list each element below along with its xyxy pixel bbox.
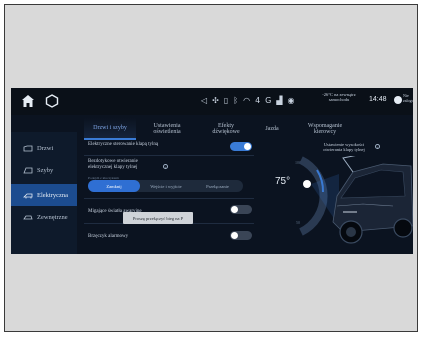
tailgate-angle: 75° [275, 176, 291, 187]
car-illustration-icon [332, 156, 413, 244]
toggle-knob [244, 143, 251, 150]
wifi-icon: ◠ [243, 96, 256, 105]
tab-lighting-settings[interactable]: Ustawienia oświetlenia [142, 118, 192, 140]
camera-icon: ◁ [201, 96, 213, 105]
electric-tailgate-toggle[interactable] [230, 142, 252, 151]
outside-temperature: -26°C na zewnątrz samochodu [322, 92, 356, 102]
sidebar-item-label: Zewnętrzne [37, 213, 68, 221]
sidebar-item-doors[interactable]: Drzwi [11, 137, 77, 159]
phone-icon: ▯ [223, 96, 234, 105]
hexagon-icon[interactable] [45, 94, 59, 108]
home-icon[interactable] [21, 94, 35, 108]
window-icon [23, 167, 33, 173]
top-status-bar: ◁✣▯ᛒ◠4G▟◉ -26°C na zewnątrz samochodu 14… [11, 88, 413, 115]
fan-icon: ✣ [212, 96, 224, 105]
tab-sound-effects[interactable]: Efekty dźwiękowe [206, 118, 246, 140]
tailgate-icon [23, 193, 33, 198]
sidebar-item-label: Drzwi [37, 144, 54, 152]
shift-to-park-tooltip: Proszę przełączyć bieg na P [123, 212, 193, 224]
setting-row-key-sound: Brzęczyk alarmowy [84, 224, 254, 246]
key-sound-toggle[interactable] [230, 231, 252, 240]
settings-sidebar: Drzwi Szyby Elektryczna Zewnętrzne [11, 132, 77, 254]
sidebar-item-electric[interactable]: Elektryczna [11, 184, 77, 206]
car-infotainment-screen: ◁✣▯ᛒ◠4G▟◉ -26°C na zewnątrz samochodu 14… [11, 88, 413, 254]
sidebar-item-windows[interactable]: Szyby [11, 159, 77, 181]
sidebar-item-label: Elektryczna [37, 191, 69, 199]
toggle-knob [231, 206, 238, 213]
setting-row-contactless-opening: Bezdotykowe otwieranie elektrycznej klap… [84, 156, 254, 199]
mirror-icon [23, 215, 33, 219]
tab-driver-assistance[interactable]: Wspomaganie kierowcy [296, 118, 354, 140]
mode-option-switching[interactable]: Przełączanie [192, 180, 243, 192]
info-icon[interactable]: i [163, 164, 168, 170]
settings-content: Elektryczne sterowanie klapą tylną Bezdo… [84, 139, 254, 254]
sidebar-item-exterior[interactable]: Zewnętrzne [11, 206, 77, 228]
height-slider-handle[interactable] [303, 180, 311, 188]
network-label: 4G [255, 96, 277, 105]
electric-tailgate-label: Elektryczne sterowanie klapą tylną [88, 142, 159, 147]
user-avatar-icon[interactable] [394, 96, 402, 104]
contactless-opening-label: Bezdotykowe otwieranie elektrycznej klap… [88, 159, 138, 170]
clock: 14:48 [369, 96, 387, 103]
tailgate-height-label: Ustawienie wysokości otwierania klapy ty… [323, 142, 365, 152]
status-icons: ◁✣▯ᛒ◠4G▟◉ [201, 96, 300, 105]
setting-row-electric-tailgate: Elektryczne sterowanie klapą tylną [84, 139, 254, 156]
key-sound-label: Brzęczyk alarmowy [88, 234, 129, 239]
door-icon [23, 145, 33, 151]
mode-option-entry-exit[interactable]: Wejście i wyjście [140, 180, 192, 192]
mode-option-close[interactable]: Zamknij [88, 180, 140, 192]
tailgate-mode-selector: Zamknij Wejście i wyjście Przełączanie [88, 180, 243, 192]
bluetooth-icon: ᛒ [233, 96, 244, 105]
settings-tabs: Drzwi i szyby Ustawienia oświetlenia Efe… [84, 118, 413, 140]
tailgate-height-panel: Ustawienie wysokości otwierania klapy ty… [261, 138, 413, 254]
info-icon[interactable]: i [375, 144, 380, 150]
hazard-lights-toggle[interactable] [230, 205, 252, 214]
location-icon: ◉ [287, 96, 300, 105]
tab-doors-windows[interactable]: Drzwi i szyby [84, 118, 136, 140]
sidebar-item-label: Szyby [37, 166, 54, 174]
signal-icon: ▟ [276, 96, 288, 105]
profile-status[interactable]: Nie zalogowano [403, 93, 413, 103]
tab-driving[interactable]: Jazda [260, 118, 284, 140]
toggle-knob [231, 232, 238, 239]
